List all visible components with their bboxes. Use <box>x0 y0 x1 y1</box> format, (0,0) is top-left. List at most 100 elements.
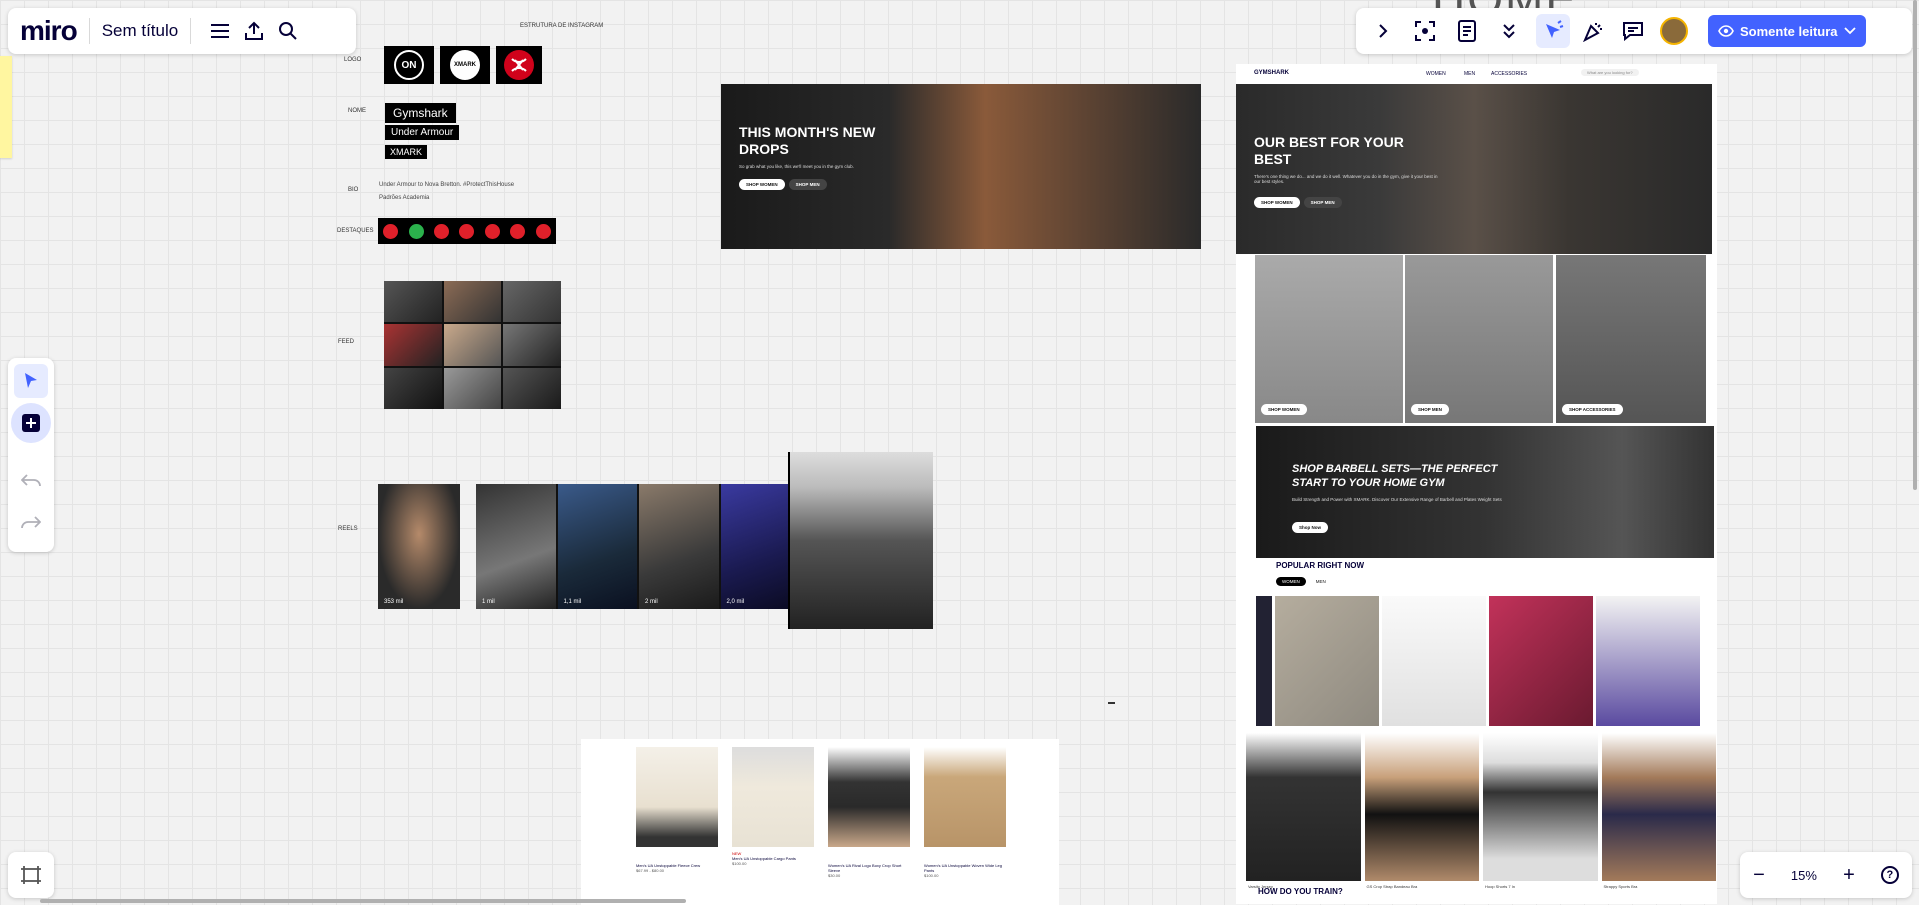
feed-post[interactable] <box>384 281 442 323</box>
highlight-icon[interactable] <box>535 223 551 239</box>
gs-tile-men[interactable]: SHOP MEN <box>1405 255 1553 423</box>
gs-popular-tab-women[interactable]: WOMEN <box>1276 577 1306 586</box>
reel-thumb[interactable]: 1 mil <box>476 484 556 609</box>
name-under-armour[interactable]: Under Armour <box>385 125 460 140</box>
highlight-icon[interactable] <box>510 223 526 239</box>
product-image[interactable] <box>1382 596 1486 726</box>
gs-brand[interactable]: GYMSHARK <box>1254 70 1289 76</box>
product-card[interactable]: Hoop Shorts 7 In <box>1483 733 1598 889</box>
label-destaques: DESTAQUES <box>337 228 374 234</box>
readonly-button[interactable]: Somente leitura <box>1708 15 1866 47</box>
highlight-icon[interactable] <box>484 223 500 239</box>
sticky-note[interactable] <box>0 56 12 158</box>
gs-tile-label[interactable]: SHOP ACCESSORIES <box>1562 404 1623 415</box>
logo-xmark[interactable]: XMARK <box>440 46 490 84</box>
focus-icon[interactable] <box>1408 14 1442 48</box>
gs-tile-women[interactable]: SHOP WOMEN <box>1255 255 1403 423</box>
ua-product-strip[interactable]: Men's UA Unstoppable Fleece Crew $67.99 … <box>581 739 1059 905</box>
banner-new-drops[interactable]: THIS MONTH'S NEW DROPS So grab what you … <box>721 84 1201 249</box>
product-card[interactable]: GS Crop Strap Bandeau Bra <box>1364 733 1479 889</box>
cursor-share-icon[interactable] <box>1536 14 1570 48</box>
feed-post[interactable] <box>503 324 561 366</box>
highlight-icon[interactable] <box>383 223 399 239</box>
reel-thumb[interactable]: 1,1 mil <box>557 484 637 609</box>
gs-shop-women-button[interactable]: SHOP WOMEN <box>1254 197 1300 208</box>
reel-thumb[interactable]: 353 mil <box>378 484 460 609</box>
product-image[interactable] <box>636 747 718 847</box>
notes-icon[interactable] <box>1450 14 1484 48</box>
structure-title: ESTRUTURA DE INSTAGRAM <box>520 23 604 29</box>
gs-tile-label[interactable]: SHOP MEN <box>1411 404 1449 415</box>
redo-button[interactable] <box>14 506 48 540</box>
export-icon[interactable] <box>237 14 271 48</box>
zoom-out-button[interactable]: − <box>1753 865 1765 885</box>
undo-button[interactable] <box>14 464 48 498</box>
highlights-strip[interactable] <box>378 218 556 244</box>
logo-on-nutrition[interactable]: ON <box>384 46 434 84</box>
feed-post[interactable] <box>503 367 561 409</box>
ua-product-card[interactable]: Women's UA Rival Logo Boxy Crop Short Sl… <box>828 747 910 878</box>
reactions-icon[interactable] <box>1576 14 1610 48</box>
frames-button[interactable] <box>8 852 54 898</box>
gs-popular-tab-men[interactable]: MEN <box>1309 577 1332 586</box>
gs-tile-label[interactable]: SHOP WOMEN <box>1261 404 1307 415</box>
feed-post[interactable] <box>443 367 502 409</box>
gs-hero[interactable]: OUR BEST FOR YOUR BEST There's one thing… <box>1236 84 1712 254</box>
shop-men-button[interactable]: SHOP MEN <box>788 179 827 190</box>
chevron-double-down-icon[interactable] <box>1492 14 1526 48</box>
feed-post[interactable] <box>443 281 502 323</box>
product-card[interactable]: Strappy Sports Bra <box>1601 733 1716 889</box>
vertical-scrollbar[interactable] <box>1913 0 1917 490</box>
product-name: GS Crop Strap Bandeau Bra <box>1366 884 1418 889</box>
product-image[interactable] <box>828 747 910 847</box>
menu-icon[interactable] <box>203 14 237 48</box>
highlight-icon[interactable] <box>434 223 450 239</box>
feed-post[interactable] <box>384 324 442 366</box>
canvas-mark[interactable] <box>1108 702 1115 704</box>
highlight-icon[interactable] <box>408 223 424 239</box>
reel-thumb[interactable]: 2 mil <box>639 484 719 609</box>
gs-shop-men-button[interactable]: SHOP MEN <box>1303 197 1342 208</box>
select-tool-button[interactable] <box>14 364 48 398</box>
name-xmark[interactable]: XMARK <box>385 145 428 159</box>
miro-logo[interactable]: miro <box>20 15 78 47</box>
gs-nav-accessories[interactable]: ACCESSORIES <box>1491 71 1527 77</box>
feed-post[interactable] <box>384 367 442 409</box>
add-button[interactable] <box>11 403 51 443</box>
highlight-icon[interactable] <box>459 223 475 239</box>
comments-icon[interactable] <box>1616 14 1650 48</box>
ua-product-card[interactable]: Women's UA Unstoppable Woven Wide Leg Pa… <box>924 747 1006 878</box>
gs-barbell-banner[interactable]: SHOP BARBELL SETS—THE PERFECT START TO Y… <box>1256 426 1714 558</box>
feed-post[interactable] <box>443 324 502 366</box>
product-image[interactable] <box>1489 596 1593 726</box>
gs-search-input[interactable]: What are you looking for? <box>1581 69 1639 76</box>
name-gymshark[interactable]: Gymshark <box>385 103 456 123</box>
product-card[interactable]: Varsity Jersey <box>1246 733 1361 889</box>
help-button[interactable]: ? <box>1880 866 1899 884</box>
search-icon[interactable] <box>271 14 305 48</box>
gs-nav-women[interactable]: WOMEN <box>1426 71 1446 77</box>
gs-tile-accessories[interactable]: SHOP ACCESSORIES <box>1556 255 1706 423</box>
zoom-in-button[interactable]: + <box>1843 865 1855 885</box>
product-image[interactable] <box>732 747 814 847</box>
product-image[interactable] <box>1596 596 1700 726</box>
board-title[interactable]: Sem título <box>102 21 179 41</box>
product-image[interactable] <box>1256 596 1272 726</box>
ua-product-card[interactable]: NEW Men's UA Unstoppable Cargo Pants $10… <box>732 747 814 866</box>
shop-women-button[interactable]: SHOP WOMEN <box>739 179 785 190</box>
product-image[interactable] <box>924 747 1006 847</box>
chevron-right-icon[interactable] <box>1366 14 1400 48</box>
ua-product-card[interactable]: Men's UA Unstoppable Fleece Crew $67.99 … <box>636 747 718 873</box>
horizontal-scrollbar[interactable] <box>40 899 686 903</box>
gs-shop-now-button[interactable]: Shop Now <box>1292 522 1328 533</box>
gs-nav-men[interactable]: MEN <box>1464 71 1475 77</box>
feed-post[interactable] <box>503 281 561 323</box>
feed-grid[interactable] <box>384 281 561 409</box>
product-image[interactable] <box>1275 596 1379 726</box>
user-avatar[interactable] <box>1660 17 1688 45</box>
zoom-level[interactable]: 15% <box>1791 868 1817 883</box>
reels-row[interactable]: 1 mil 1,1 mil 2 mil 2,0 mil <box>476 484 800 609</box>
reel-gym-photo[interactable] <box>788 452 933 629</box>
logo-under-armour[interactable] <box>496 46 542 84</box>
board-canvas[interactable]: HOME ESTRUTURA DE INSTAGRAM LOGO NOME BI… <box>0 0 1919 905</box>
